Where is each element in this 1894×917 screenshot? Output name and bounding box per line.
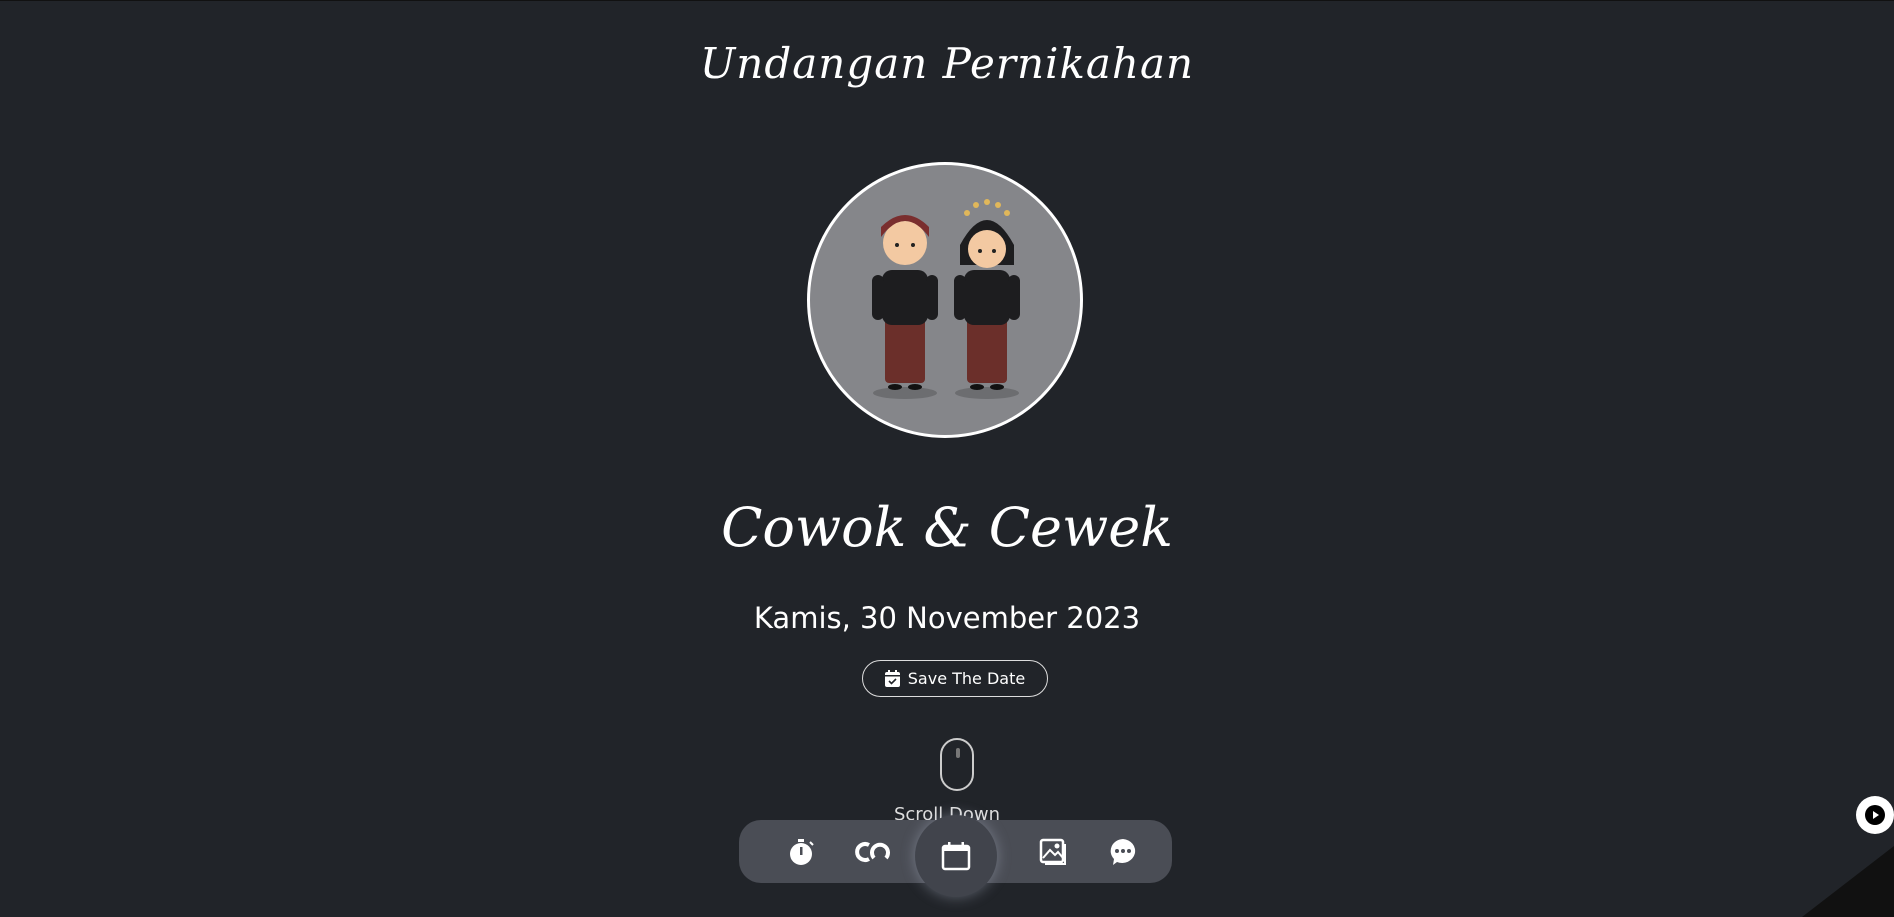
- nav-countdown[interactable]: [777, 820, 827, 883]
- nav-gallery[interactable]: [1028, 820, 1078, 883]
- page-title: Undangan Pernikahan: [699, 39, 1195, 88]
- wedding-date: Kamis, 30 November 2023: [753, 601, 1141, 635]
- mouse-scroll-icon: [940, 738, 974, 791]
- nav-couple[interactable]: [847, 820, 897, 883]
- couple-illustration: [807, 162, 1083, 438]
- rings-icon: [855, 841, 890, 862]
- couple-names: Cowok & Cewek: [721, 496, 1173, 559]
- save-the-date-label: Save The Date: [907, 669, 1026, 688]
- chat-icon: [1110, 838, 1136, 865]
- images-icon: [1039, 838, 1066, 865]
- music-play-button[interactable]: [1856, 796, 1894, 834]
- save-the-date-button[interactable]: Save The Date: [862, 660, 1048, 697]
- stopwatch-icon: [790, 838, 814, 865]
- calendar-icon: [941, 842, 971, 871]
- corner-decoration: [1802, 846, 1894, 917]
- nav-wishes[interactable]: [1098, 820, 1148, 883]
- calendar-check-icon: [884, 670, 900, 687]
- play-icon: [1865, 805, 1885, 825]
- nav-event-active[interactable]: [915, 815, 997, 897]
